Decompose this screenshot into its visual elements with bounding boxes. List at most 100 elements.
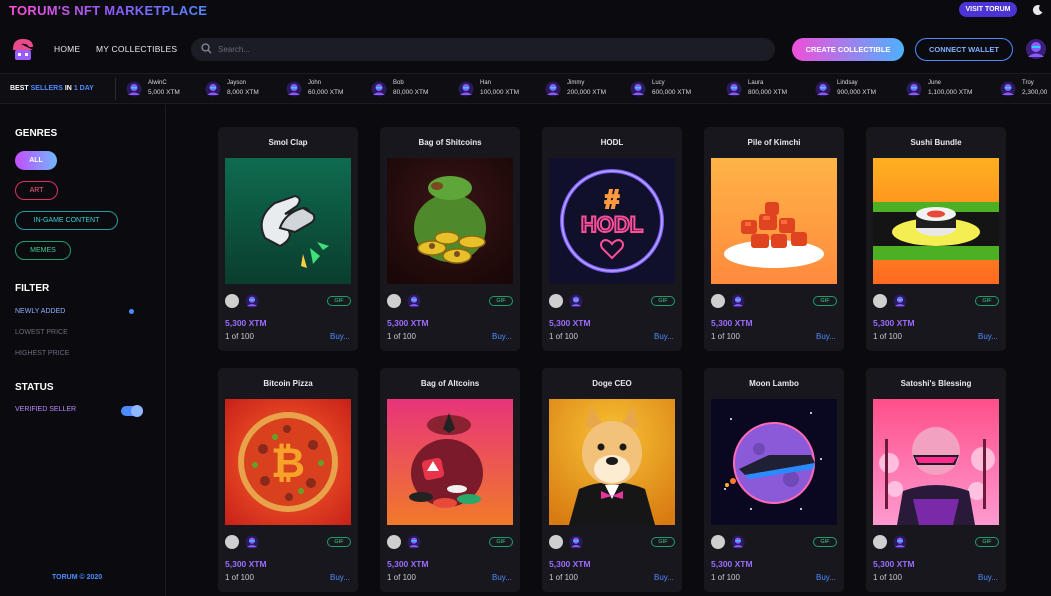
collectible-card[interactable]: Moon Lambo GIF 5,300 XTM 1 of 100 Buy...	[704, 368, 844, 592]
card-artwork[interactable]: ₿	[225, 399, 351, 525]
search-bar[interactable]	[191, 38, 775, 61]
collectible-card[interactable]: Doge CEO GIF 5,300 XTM 1 of 100 Buy...	[542, 368, 682, 592]
buy-link[interactable]: Buy...	[978, 332, 998, 341]
card-edition: 1 of 100	[711, 332, 740, 341]
filter-highest-price[interactable]: HIGHEST PRICE	[15, 350, 69, 357]
search-input[interactable]	[218, 45, 718, 54]
card-edition: 1 of 100	[549, 332, 578, 341]
collectible-card[interactable]: Bag of Shitcoins GIF 5,300 XTM 1 of 100 Buy.…	[380, 127, 520, 351]
divider	[115, 78, 116, 100]
buy-link[interactable]: Buy...	[330, 573, 350, 582]
card-artwork[interactable]	[225, 158, 351, 284]
gif-badge: GIF	[813, 296, 837, 306]
dark-mode-icon[interactable]	[1030, 2, 1046, 18]
filter-title: FILTER	[15, 283, 50, 294]
buy-link[interactable]: Buy...	[816, 573, 836, 582]
collectible-card[interactable]: Sushi Bundle GIF 5,300 XTM 1 of 100 Buy...	[866, 127, 1006, 351]
gif-badge: GIF	[813, 537, 837, 547]
buy-link[interactable]: Buy...	[978, 573, 998, 582]
creator-avatar-icon[interactable]	[549, 535, 563, 549]
nav-home[interactable]: HOME	[54, 44, 80, 54]
creator-avatar-icon[interactable]	[549, 294, 563, 308]
collectible-card[interactable]: Bag of Altcoins GIF 5,300 XTM 1 of 100 Buy..…	[380, 368, 520, 592]
owner-avatar-icon[interactable]	[407, 535, 421, 549]
card-title: Bag of Altcoins	[420, 379, 480, 388]
card-edition: 1 of 100	[873, 332, 902, 341]
creator-avatar-icon[interactable]	[711, 294, 725, 308]
user-avatar-icon[interactable]	[1025, 38, 1047, 60]
card-artwork[interactable]	[549, 399, 675, 525]
genre-all-button[interactable]: ALL	[15, 151, 57, 170]
gif-badge: GIF	[651, 296, 675, 306]
collectible-card[interactable]: Satoshi's Blessing GIF 5,300 XTM 1 of 100 Bu…	[866, 368, 1006, 592]
card-title: Pile of Kimchi	[747, 138, 801, 147]
buy-link[interactable]: Buy...	[330, 332, 350, 341]
collectible-card[interactable]: Pile of Kimchi GIF 5,300 XTM 1 of 100 Buy...	[704, 127, 844, 351]
owner-avatar-icon[interactable]	[245, 535, 259, 549]
seller-avatar-icon	[205, 81, 221, 97]
buy-link[interactable]: Buy...	[654, 573, 674, 582]
seller-name: June	[928, 80, 942, 86]
owner-avatar-icon[interactable]	[893, 535, 907, 549]
card-artwork[interactable]	[873, 158, 999, 284]
verified-seller-toggle[interactable]	[121, 405, 143, 417]
genres-title: GENRES	[15, 128, 58, 139]
card-artwork[interactable]	[711, 158, 837, 284]
owner-avatar-icon[interactable]	[569, 294, 583, 308]
card-edition: 1 of 100	[387, 332, 416, 341]
search-icon	[201, 41, 212, 59]
genre-memes-button[interactable]: MEMES	[15, 241, 71, 260]
creator-avatar-icon[interactable]	[387, 535, 401, 549]
creator-avatar-icon[interactable]	[387, 294, 401, 308]
connect-wallet-button[interactable]: CONNECT WALLET	[915, 38, 1013, 61]
seller-avatar-icon	[371, 81, 387, 97]
creator-avatar-icon[interactable]	[225, 535, 239, 549]
card-artwork[interactable]	[387, 399, 513, 525]
torum-logo-icon[interactable]	[9, 35, 37, 63]
creator-avatar-icon[interactable]	[873, 294, 887, 308]
collectible-card[interactable]: HODL # HODL GIF 5,300 XTM 1 of 100 Buy...	[542, 127, 682, 351]
genre-in-game-content-button[interactable]: IN-GAME CONTENT	[15, 211, 118, 230]
seller-avatar-icon	[126, 81, 142, 97]
gif-badge: GIF	[489, 296, 513, 306]
seller-name: Troy	[1022, 80, 1034, 86]
seller-avatar-icon	[630, 81, 646, 97]
hodl-hash-text: #	[605, 184, 620, 214]
card-artwork[interactable]: # HODL	[549, 158, 675, 284]
seller-name: Bob	[393, 80, 404, 86]
seller-amount: 1,100,000 XTM	[928, 89, 973, 96]
filter-lowest-price[interactable]: LOWEST PRICE	[15, 329, 68, 336]
top-strip: TORUM'S NFT MARKETPLACE VISIT TORUM	[0, 0, 1051, 22]
owner-avatar-icon[interactable]	[893, 294, 907, 308]
owner-avatar-icon[interactable]	[407, 294, 421, 308]
owner-avatar-icon[interactable]	[245, 294, 259, 308]
genre-art-button[interactable]: ART	[15, 181, 58, 200]
buy-link[interactable]: Buy...	[492, 332, 512, 341]
seller-name: Lindsay	[837, 80, 858, 86]
owner-avatar-icon[interactable]	[569, 535, 583, 549]
filter-newly-added[interactable]: NEWLY ADDED	[15, 308, 65, 315]
create-collectible-button[interactable]: CREATE COLLECTIBLE	[792, 38, 904, 61]
owner-avatar-icon[interactable]	[731, 294, 745, 308]
card-artwork[interactable]	[873, 399, 999, 525]
buy-link[interactable]: Buy...	[492, 573, 512, 582]
collectible-card[interactable]: Smol Clap GIF 5,300 XTM 1 of 100 Buy...	[218, 127, 358, 351]
buy-link[interactable]: Buy...	[816, 332, 836, 341]
creator-avatar-icon[interactable]	[711, 535, 725, 549]
creator-avatar-icon[interactable]	[873, 535, 887, 549]
creator-avatar-icon[interactable]	[225, 294, 239, 308]
gif-badge: GIF	[975, 537, 999, 547]
buy-link[interactable]: Buy...	[654, 332, 674, 341]
card-artwork[interactable]	[711, 399, 837, 525]
seller-amount: 2,300,00	[1022, 89, 1048, 96]
collectible-card[interactable]: Bitcoin Pizza ₿ GIF 5,300 XTM 1 of 100 Buy...	[218, 368, 358, 592]
nav-my-collectibles[interactable]: MY COLLECTIBLES	[96, 44, 177, 54]
card-title: Sushi Bundle	[910, 138, 962, 147]
seller-amount: 80,000 XTM	[393, 89, 429, 96]
visit-torum-button[interactable]: VISIT TORUM	[959, 2, 1017, 17]
sidebar: GENRES ALL ART IN-GAME CONTENT MEMES FIL…	[0, 105, 166, 596]
seller-amount: 100,000 XTM	[480, 89, 520, 96]
owner-avatar-icon[interactable]	[731, 535, 745, 549]
card-edition: 1 of 100	[549, 573, 578, 582]
card-artwork[interactable]	[387, 158, 513, 284]
